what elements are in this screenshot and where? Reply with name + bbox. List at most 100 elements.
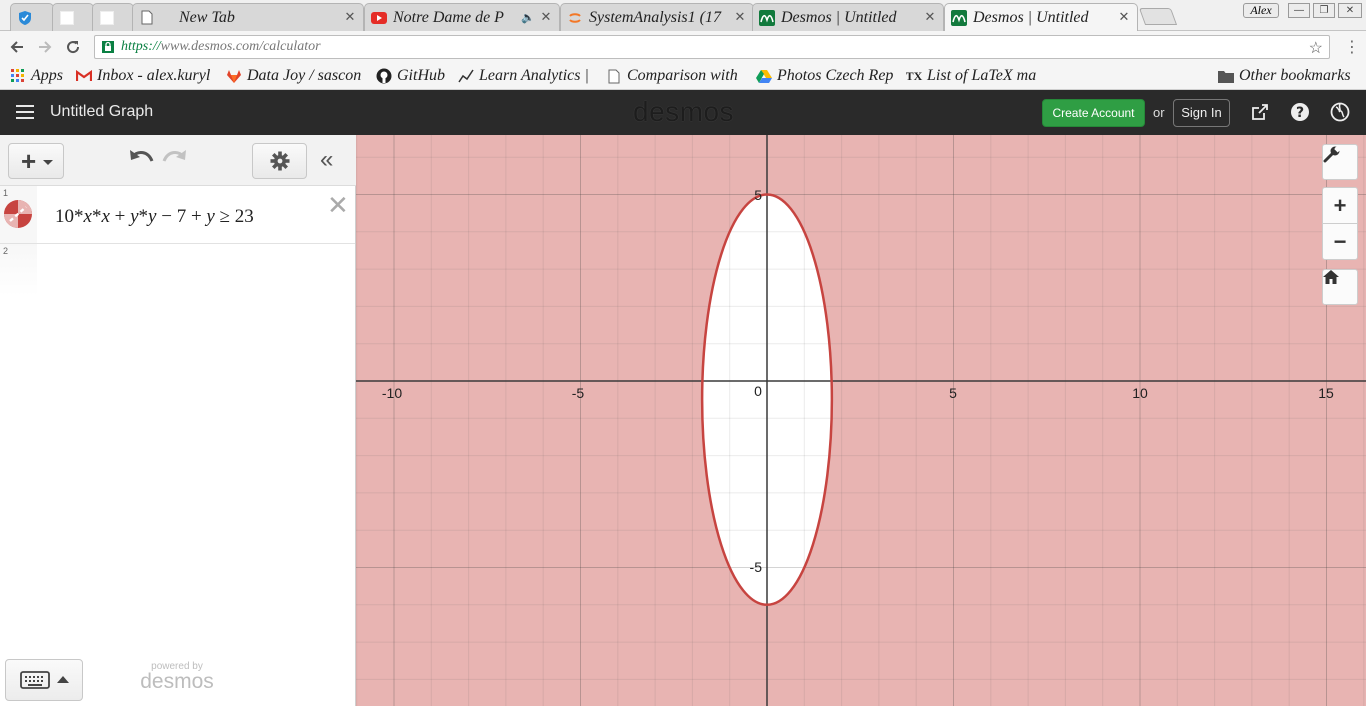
url-scheme: https:// <box>121 39 161 54</box>
close-tab-icon[interactable]: ✕ <box>733 10 747 25</box>
bookmark-comparison[interactable]: Comparison with <box>606 66 742 86</box>
graph-canvas[interactable]: -10 -5 0 5 10 15 5 -5 <box>356 135 1366 706</box>
caret-up-icon <box>57 676 69 683</box>
x-tick-label: 10 <box>1132 385 1148 401</box>
browser-tab-new-tab[interactable]: New Tab ✕ <box>132 3 364 31</box>
close-tab-icon[interactable]: ✕ <box>923 10 937 25</box>
expression-math[interactable]: 10*x*x + y*y − 7 + y ≥ 23 <box>55 206 254 228</box>
browser-tab-1[interactable] <box>10 3 54 31</box>
redo-icon <box>162 150 186 162</box>
settings-button[interactable] <box>252 143 307 179</box>
browser-tab-desmos-active[interactable]: Desmos | Untitled ✕ <box>944 3 1138 31</box>
expression-row[interactable]: 1 10*x*x + y*y − 7 + y ≥ 23 ✕ <box>0 186 355 244</box>
collapse-panel-icon[interactable]: « <box>320 147 333 173</box>
math-operator: − <box>156 206 177 227</box>
forward-arrow-icon <box>39 41 52 53</box>
desmos-icon <box>951 9 967 26</box>
bookmark-star-icon[interactable]: ☆ <box>1309 38 1323 58</box>
address-bar[interactable]: https://www.desmos.com/calculator ☆ <box>94 35 1330 59</box>
profile-button[interactable]: Alex <box>1243 3 1279 18</box>
graph-title[interactable]: Untitled Graph <box>50 103 153 121</box>
graph-paper[interactable]: -10 -5 0 5 10 15 5 -5 + − <box>356 135 1366 706</box>
add-item-button[interactable]: + <box>8 143 64 179</box>
page-icon <box>139 10 155 26</box>
y-tick-label: 5 <box>754 187 762 203</box>
globe-icon[interactable] <box>1330 102 1352 124</box>
desmos-logo: desmos <box>633 96 735 127</box>
minimize-button[interactable]: — <box>1288 3 1310 18</box>
url-host-path: www.desmos.com/calculator <box>160 39 321 54</box>
new-tab-button[interactable] <box>1138 8 1178 25</box>
math-operator: + <box>186 206 207 227</box>
expression-gutter: 1 <box>0 186 37 243</box>
help-icon[interactable]: ? <box>1290 102 1312 124</box>
x-tick-label: -10 <box>382 385 402 401</box>
keyboard-toggle-button[interactable] <box>5 659 83 701</box>
undo-button[interactable] <box>128 147 156 173</box>
y-tick-label: -5 <box>750 559 763 575</box>
zoom-out-button[interactable]: − <box>1322 223 1358 260</box>
plus-icon: + <box>21 146 37 176</box>
bookmark-data-joy[interactable]: Data Joy / sascon <box>226 66 364 86</box>
or-label: or <box>1153 105 1165 120</box>
x-tick-label: 5 <box>949 385 957 401</box>
gmail-icon <box>76 68 92 84</box>
expression-toolbar: + « <box>0 135 356 186</box>
jupyter-icon <box>567 10 583 26</box>
math-operator: * <box>91 206 102 227</box>
browser-tab-3[interactable] <box>92 3 134 31</box>
bookmark-photos[interactable]: Photos Czech Rep <box>756 66 894 86</box>
blank-page-icon <box>59 10 75 26</box>
math-variable: x <box>83 206 92 227</box>
bookmark-inbox[interactable]: Inbox - alex.kuryl <box>76 66 216 86</box>
math-operator: + <box>109 206 131 227</box>
math-operator: * <box>74 206 84 227</box>
browser-tab-2[interactable] <box>52 3 94 31</box>
browser-tab-jupyter[interactable]: SystemAnalysis1 (17 ✕ <box>560 3 754 31</box>
browser-tab-strip: New Tab ✕ Notre Dame de P 🔈 ✕ SystemAnal… <box>0 0 1366 31</box>
bookmark-other[interactable]: Other bookmarks <box>1218 66 1351 86</box>
undo-icon <box>130 150 154 162</box>
back-button[interactable] <box>6 36 28 58</box>
bookmark-learn-analytics[interactable]: Learn Analytics | <box>458 66 593 86</box>
tab-title: New Tab <box>179 8 235 26</box>
math-number: 7 <box>176 206 187 227</box>
restore-button[interactable]: ❐ <box>1313 3 1335 18</box>
reload-button[interactable] <box>62 36 84 58</box>
browser-tab-desmos-1[interactable]: Desmos | Untitled ✕ <box>752 3 944 31</box>
hamburger-menu-icon[interactable] <box>16 105 34 119</box>
back-arrow-icon <box>10 41 23 53</box>
speaker-icon[interactable]: 🔈 <box>521 11 535 24</box>
close-tab-icon[interactable]: ✕ <box>343 10 357 25</box>
browser-tab-youtube[interactable]: Notre Dame de P 🔈 ✕ <box>364 3 560 31</box>
redo-button[interactable] <box>160 147 188 173</box>
close-tab-icon[interactable]: ✕ <box>539 10 553 25</box>
tex-icon: TX <box>906 68 923 83</box>
youtube-icon <box>371 10 387 26</box>
plus-icon: + <box>1333 192 1347 218</box>
bookmark-label: Inbox - alex.kuryl <box>97 67 211 84</box>
blank-page-icon <box>99 10 115 26</box>
bookmark-label: Comparison with <box>627 67 738 84</box>
minus-icon: − <box>1333 228 1347 254</box>
zoom-in-button[interactable]: + <box>1322 187 1358 224</box>
shading-toggle-icon[interactable] <box>3 199 33 229</box>
browser-menu-icon[interactable]: ⋮ <box>1344 37 1360 57</box>
bookmark-label: Apps <box>31 67 63 84</box>
expression-row-empty[interactable]: 2 <box>0 244 355 296</box>
share-icon[interactable] <box>1250 102 1272 124</box>
forward-button[interactable] <box>34 36 56 58</box>
default-viewport-button[interactable] <box>1322 269 1358 305</box>
graph-settings-button[interactable] <box>1322 144 1358 180</box>
bookmark-latex[interactable]: TX List of LaTeX ma <box>906 66 1044 86</box>
close-tab-icon[interactable]: ✕ <box>1117 10 1131 25</box>
bookmark-apps[interactable]: Apps <box>10 66 63 86</box>
browser-toolbar: https://www.desmos.com/calculator ☆ ⋮ <box>0 31 1366 62</box>
caret-down-icon <box>43 160 53 165</box>
create-account-button[interactable]: Create Account <box>1042 99 1145 127</box>
close-window-button[interactable]: ✕ <box>1338 3 1362 18</box>
bookmark-label: Learn Analytics | <box>479 67 589 84</box>
delete-expression-icon[interactable]: ✕ <box>327 192 349 218</box>
bookmark-github[interactable]: GitHub <box>376 66 445 86</box>
sign-in-button[interactable]: Sign In <box>1173 99 1230 127</box>
